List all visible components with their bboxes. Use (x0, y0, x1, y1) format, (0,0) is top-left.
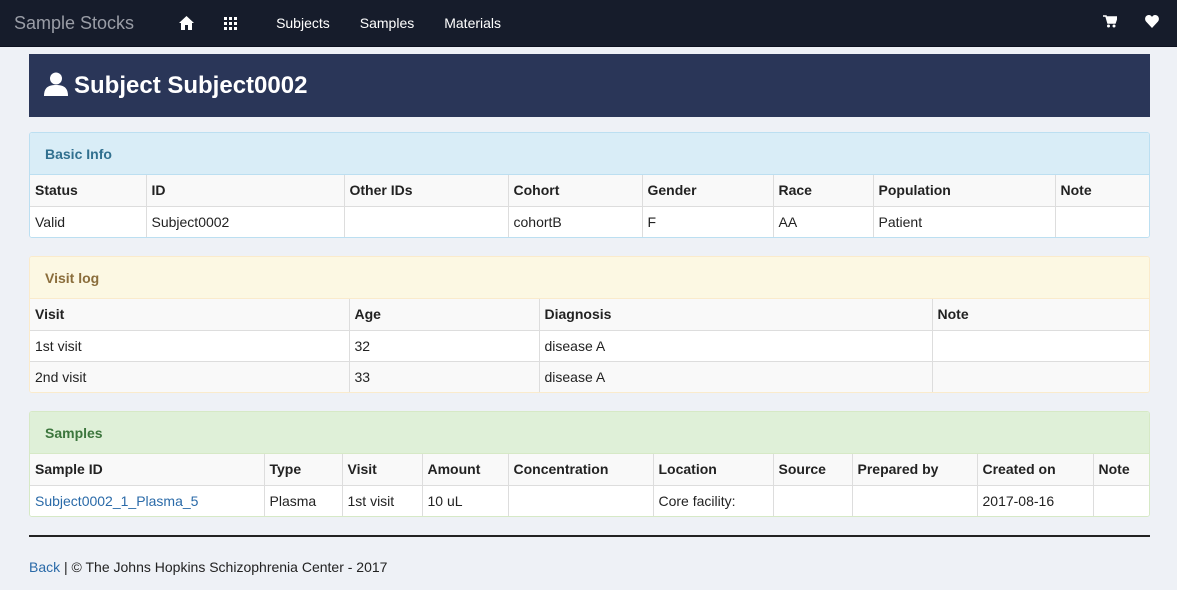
population-cell: Patient (873, 206, 1056, 237)
column-header: Age (349, 299, 540, 331)
column-header: Note (932, 299, 1149, 331)
age-cell: 32 (349, 330, 540, 362)
visit-log-panel: Visit log Visit Age Diagnosis Note 1st v… (29, 256, 1150, 393)
samples-panel: Samples Sample ID Type Visit Amount Conc… (29, 411, 1150, 517)
visit-log-table: Visit Age Diagnosis Note 1st visit 32 di… (30, 299, 1149, 392)
table-row: 1st visit 32 disease A (30, 330, 1149, 362)
column-header: Status (30, 175, 147, 207)
heart-icon[interactable] (1145, 15, 1159, 31)
samples-table: Sample ID Type Visit Amount Concentratio… (30, 454, 1149, 516)
column-header: Created on (977, 454, 1094, 486)
nav-samples[interactable]: Samples (360, 15, 414, 31)
brand[interactable]: Sample Stocks (14, 13, 134, 34)
page-header: Subject Subject0002 (29, 54, 1150, 117)
race-cell: AA (773, 206, 874, 237)
grid-icon[interactable] (208, 16, 252, 30)
column-header: Amount (422, 454, 509, 486)
footer-divider (29, 535, 1150, 537)
diagnosis-cell: disease A (539, 330, 933, 362)
column-header: Gender (642, 175, 774, 207)
column-header: Concentration (508, 454, 654, 486)
note-cell (932, 361, 1149, 392)
note-cell (1055, 206, 1149, 237)
sample-id-link[interactable]: Subject0002_1_Plasma_5 (35, 493, 198, 509)
navbar: Sample Stocks Subjects Samples Materials (0, 0, 1177, 47)
column-header: Location (653, 454, 774, 486)
visit-cell: 1st visit (30, 330, 350, 362)
location-cell: Core facility: (653, 485, 774, 516)
table-header-row: Status ID Other IDs Cohort Gender Race P… (30, 175, 1149, 207)
status-cell: Valid (30, 206, 147, 237)
navbar-right (1103, 15, 1159, 31)
source-cell (773, 485, 853, 516)
id-cell: Subject0002 (146, 206, 345, 237)
samples-heading: Samples (30, 412, 1149, 454)
amount-cell: 10 uL (422, 485, 509, 516)
basic-info-heading: Basic Info (30, 133, 1149, 175)
column-header: Visit (30, 299, 350, 331)
column-header: Source (773, 454, 853, 486)
visit-log-heading: Visit log (30, 257, 1149, 299)
gender-cell: F (642, 206, 774, 237)
column-header: Other IDs (344, 175, 509, 207)
nav-subjects[interactable]: Subjects (276, 15, 330, 31)
home-icon[interactable] (164, 16, 208, 30)
visit-cell: 2nd visit (30, 361, 350, 392)
basic-info-table: Status ID Other IDs Cohort Gender Race P… (30, 175, 1149, 237)
back-link[interactable]: Back (29, 559, 60, 575)
column-header: Note (1093, 454, 1149, 486)
note-cell (932, 330, 1149, 362)
prepared-by-cell (852, 485, 978, 516)
visit-cell: 1st visit (342, 485, 423, 516)
basic-info-panel: Basic Info Status ID Other IDs Cohort Ge… (29, 132, 1150, 238)
cart-icon[interactable] (1103, 15, 1119, 31)
footer-copyright: | © The Johns Hopkins Schizophrenia Cent… (60, 559, 388, 575)
column-header: Race (773, 175, 874, 207)
column-header: Population (873, 175, 1056, 207)
diagnosis-cell: disease A (539, 361, 933, 392)
table-header-row: Visit Age Diagnosis Note (30, 299, 1149, 331)
column-header: Cohort (508, 175, 643, 207)
created-on-cell: 2017-08-16 (977, 485, 1094, 516)
sample-id-cell: Subject0002_1_Plasma_5 (30, 485, 265, 516)
column-header: ID (146, 175, 345, 207)
table-row: Valid Subject0002 cohortB F AA Patient (30, 206, 1149, 237)
cohort-cell: cohortB (508, 206, 643, 237)
column-header: Sample ID (30, 454, 265, 486)
table-row: 2nd visit 33 disease A (30, 361, 1149, 392)
note-cell (1093, 485, 1149, 516)
concentration-cell (508, 485, 654, 516)
column-header: Type (264, 454, 343, 486)
other-ids-cell (344, 206, 509, 237)
page-title: Subject Subject0002 (74, 71, 308, 99)
table-row: Subject0002_1_Plasma_5 Plasma 1st visit … (30, 485, 1149, 516)
table-header-row: Sample ID Type Visit Amount Concentratio… (30, 454, 1149, 486)
column-header: Note (1055, 175, 1149, 207)
column-header: Diagnosis (539, 299, 933, 331)
footer: Back | © The Johns Hopkins Schizophrenia… (29, 559, 387, 575)
column-header: Visit (342, 454, 423, 486)
nav-materials[interactable]: Materials (444, 15, 501, 31)
column-header: Prepared by (852, 454, 978, 486)
type-cell: Plasma (264, 485, 343, 516)
age-cell: 33 (349, 361, 540, 392)
user-icon (44, 72, 68, 99)
